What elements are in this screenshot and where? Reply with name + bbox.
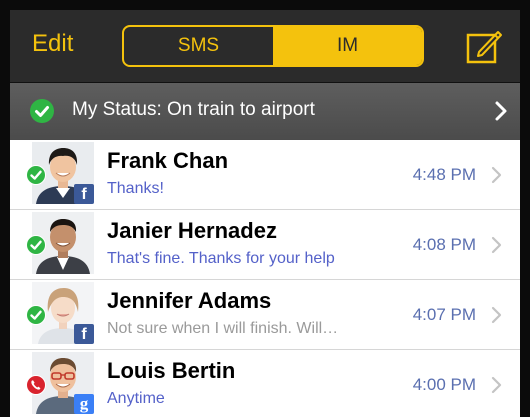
message-time: 4:48 PM (412, 165, 476, 184)
message-type-segmented-control: SMS IM (122, 25, 424, 67)
edit-button[interactable]: Edit (32, 30, 73, 58)
conversation-list: f Frank Chan Thanks! 4:48 PM Janier Hern… (10, 140, 520, 417)
compose-button[interactable] (465, 28, 503, 66)
available-status-icon (26, 305, 46, 325)
conversation-row-frank-chan[interactable]: f Frank Chan Thanks! 4:48 PM (10, 140, 520, 210)
conversation-row-louis-bertin[interactable]: g Louis Bertin Anytime 4:00 PM (10, 350, 520, 417)
facebook-icon: f (74, 184, 94, 204)
chevron-right-icon (491, 306, 502, 324)
chevron-right-icon (491, 166, 502, 184)
compose-icon (466, 31, 502, 64)
message-time: 4:00 PM (412, 375, 476, 394)
message-preview: That's fine. Thanks for your help (107, 250, 335, 267)
phone-icon (26, 375, 46, 395)
message-time: 4:08 PM (412, 235, 476, 254)
message-time: 4:07 PM (412, 305, 476, 324)
chevron-right-icon (491, 376, 502, 394)
message-preview: Thanks! (107, 180, 164, 197)
segment-im[interactable]: IM (273, 27, 422, 65)
message-preview: Anytime (107, 390, 165, 407)
conversation-row-jennifer-adams[interactable]: f Jennifer Adams Not sure when I will fi… (10, 280, 520, 350)
nav-bar: Edit SMS IM (10, 10, 520, 83)
contact-name: Frank Chan (107, 148, 229, 173)
chevron-right-icon (491, 236, 502, 254)
app-frame: Edit SMS IM My Status: On train to airpo… (0, 0, 530, 417)
my-status-text: My Status: On train to airport (72, 99, 315, 120)
available-status-icon (26, 235, 46, 255)
available-status-icon (26, 165, 46, 185)
contact-name: Janier Hernadez (107, 218, 277, 243)
contact-name: Jennifer Adams (107, 288, 272, 313)
facebook-icon: f (74, 324, 94, 344)
google-icon: g (74, 394, 94, 414)
my-status-row[interactable]: My Status: On train to airport (10, 83, 520, 141)
contact-name: Louis Bertin (107, 358, 236, 383)
message-preview: Not sure when I will finish. Will… (107, 320, 339, 337)
check-circle-icon (30, 99, 54, 123)
chevron-right-icon (495, 101, 507, 121)
conversation-row-janier-hernadez[interactable]: Janier Hernadez That's fine. Thanks for … (10, 210, 520, 280)
segment-sms[interactable]: SMS (124, 27, 273, 65)
